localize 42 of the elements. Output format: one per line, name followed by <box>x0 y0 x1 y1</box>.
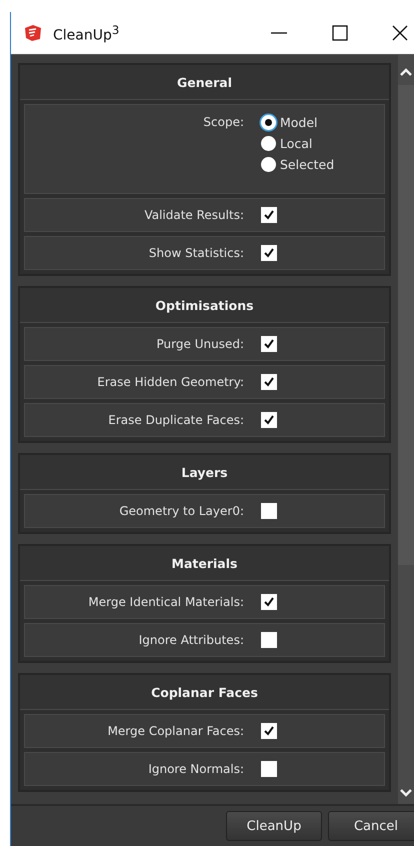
option-label: Merge Coplanar Faces: <box>106 724 245 738</box>
option-label: Erase Duplicate Faces: <box>107 413 245 427</box>
checkbox[interactable] <box>261 723 277 739</box>
scrollbar[interactable] <box>398 55 414 804</box>
option-label: Show Statistics: <box>148 246 245 260</box>
option-label: Merge Identical Materials: <box>87 595 245 609</box>
radio-button[interactable] <box>261 136 276 151</box>
option-label: Ignore Normals: <box>147 762 245 776</box>
option-label: Ignore Attributes: <box>138 633 245 647</box>
scroll-down-icon[interactable] <box>399 788 413 798</box>
checkbox[interactable] <box>261 632 277 648</box>
section-header: Optimisations <box>20 288 389 323</box>
checkbox[interactable] <box>261 245 277 261</box>
radio-label: Local <box>280 136 312 151</box>
dialog-button[interactable]: CleanUp <box>226 811 322 841</box>
app-logo-icon <box>23 24 43 42</box>
option-label: Erase Hidden Geometry: <box>96 375 245 389</box>
radio-button[interactable] <box>261 115 276 130</box>
section-header: Layers <box>20 455 389 490</box>
checkbox[interactable] <box>261 336 277 352</box>
radio-button[interactable] <box>261 157 276 172</box>
option-label: Validate Results: <box>143 208 245 222</box>
checkbox[interactable] <box>261 412 277 428</box>
radio-label: Model <box>280 115 318 130</box>
dialog-button[interactable]: Cancel <box>328 811 414 841</box>
scroll-up-icon[interactable] <box>399 67 413 77</box>
option-label: Scope: <box>202 115 245 129</box>
scrollbar-thumb[interactable] <box>398 85 414 565</box>
checkbox[interactable] <box>261 207 277 223</box>
option-label: Geometry to Layer0: <box>118 504 245 518</box>
section-header: Coplanar Faces <box>20 675 389 710</box>
checkbox[interactable] <box>261 594 277 610</box>
checkbox[interactable] <box>261 374 277 390</box>
window-title: CleanUp$^{3}$ <box>53 22 120 44</box>
radio-label: Selected <box>280 157 334 172</box>
section-header: Materials <box>20 546 389 581</box>
option-label: Purge Unused: <box>156 337 245 351</box>
close-icon[interactable] <box>392 25 408 41</box>
maximize-icon[interactable] <box>332 25 348 41</box>
checkbox[interactable] <box>261 503 277 519</box>
checkbox[interactable] <box>261 761 277 777</box>
section-header: General <box>20 65 389 100</box>
